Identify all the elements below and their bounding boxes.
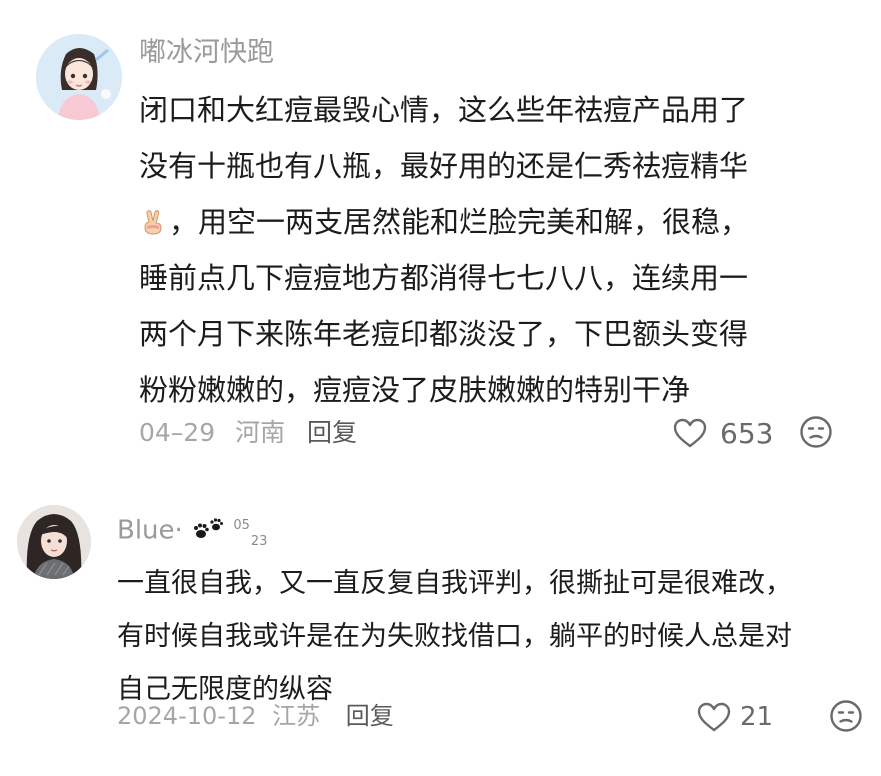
dislike-button[interactable] <box>799 415 833 453</box>
comment-line: 闭口和大红痘最毁心情，这么些年祛痘产品用了 <box>139 93 749 127</box>
reply-button[interactable]: 回复 <box>346 702 394 730</box>
avatar[interactable] <box>17 505 91 579</box>
avatar-illustration <box>36 34 122 120</box>
username-text: Blue· <box>117 515 183 546</box>
like-button[interactable]: 653 <box>672 414 773 452</box>
like-count: 653 <box>720 416 774 450</box>
reply-button[interactable]: 回复 <box>307 418 357 447</box>
comment-line-with-emoji: ，用空一两支居然能和烂脸完美和解，很稳， <box>139 194 749 250</box>
paw-prints-icon <box>194 518 224 538</box>
comment-line: ，用空一两支居然能和烂脸完美和解，很稳， <box>169 205 750 239</box>
username[interactable]: Blue· 0523 <box>117 511 267 557</box>
victory-hand-emoji <box>144 210 162 235</box>
like-count: 21 <box>740 702 774 732</box>
avatar[interactable] <box>36 34 122 120</box>
username[interactable]: 嘟冰河快跑 <box>139 38 274 68</box>
comment-meta: 2024-10-12 江苏 回复 <box>117 700 394 732</box>
comment-line: 有时候自我或许是在为失败找借口，躺平的时候人总是对 <box>117 621 792 652</box>
comment-text: 一直很自我，又一直反复自我评判，很撕扯可是很难改， 有时候自我或许是在为失败找借… <box>117 557 792 716</box>
comment-line: 睡前点几下痘痘地方都消得七七八八，连续用一 <box>139 261 749 295</box>
comment-line: 两个月下来陈年老痘印都淡没了，下巴额头变得 <box>139 317 749 351</box>
comment-date: 2024-10-12 <box>117 702 257 730</box>
badge-number-bottom: 23 <box>250 533 268 549</box>
unhappy-face-icon <box>800 416 832 448</box>
heart-outline-icon <box>673 418 707 448</box>
badge-number-top: 05 <box>233 518 250 533</box>
comment-line: 没有十瓶也有八瓶，最好用的还是仁秀祛痘精华 <box>139 149 749 183</box>
comment-date: 04–29 <box>139 418 216 447</box>
comment-line: 粉粉嫩嫩的，痘痘没了皮肤嫩嫩的特别干净 <box>139 373 691 407</box>
avatar-photo <box>17 505 91 579</box>
comment-meta: 04–29 河南 回复 <box>139 416 357 450</box>
comment-location: 河南 <box>235 418 286 447</box>
dislike-button[interactable] <box>829 699 863 737</box>
unhappy-face-icon <box>830 700 862 732</box>
comment-text: 闭口和大红痘最毁心情，这么些年祛痘产品用了 没有十瓶也有八瓶，最好用的还是仁秀祛… <box>139 82 749 418</box>
comment-line: 一直很自我，又一直反复自我评判，很撕扯可是很难改， <box>117 568 792 599</box>
comment-location: 江苏 <box>272 702 321 730</box>
heart-outline-icon <box>697 702 731 732</box>
like-button[interactable]: 21 <box>696 698 773 736</box>
